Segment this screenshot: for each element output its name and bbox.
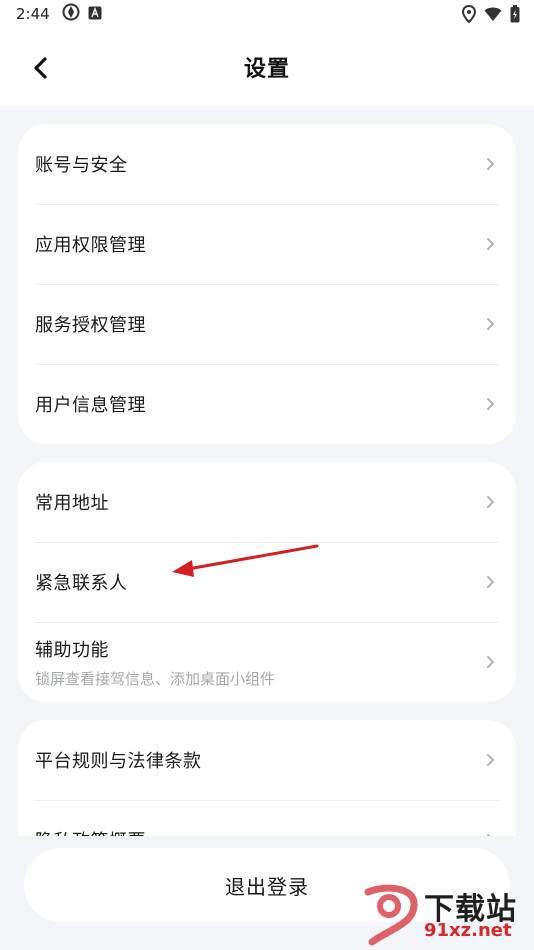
location-icon — [461, 4, 477, 27]
settings-item-privacy-summary[interactable]: 隐私政策概要 — [18, 800, 516, 836]
settings-group-legal: 平台规则与法律条款 隐私政策概要 — [18, 720, 516, 836]
battery-icon — [510, 5, 520, 27]
page-title: 设置 — [243, 57, 290, 82]
chevron-right-icon — [487, 496, 495, 508]
chevron-right-icon — [487, 834, 491, 836]
settings-item-emergency-contacts[interactable]: 紧急联系人 — [18, 542, 516, 622]
settings-item-label: 紧急联系人 — [35, 573, 128, 594]
settings-item-label: 应用权限管理 — [35, 235, 146, 256]
settings-item-sublabel: 锁屏查看接驾信息、添加桌面小组件 — [35, 669, 276, 688]
logout-label: 退出登录 — [225, 874, 309, 899]
watermark-domain: 91xz.net — [424, 920, 512, 941]
settings-item-accessibility[interactable]: 辅助功能 锁屏查看接驾信息、添加桌面小组件 — [18, 622, 516, 702]
chevron-left-icon — [34, 57, 47, 79]
settings-item-label: 服务授权管理 — [35, 315, 146, 336]
chevron-right-icon — [487, 398, 495, 410]
app-notification-icon — [62, 3, 80, 25]
chevron-right-icon — [487, 754, 495, 766]
status-bar: 2:44 — [0, 0, 534, 28]
settings-item-common-addresses[interactable]: 常用地址 — [18, 462, 516, 542]
settings-item-user-info[interactable]: 用户信息管理 — [18, 364, 516, 444]
settings-list[interactable]: 账号与安全 应用权限管理 服务授权管理 用户信息管理 常用地址 紧急联系人 辅助… — [0, 106, 534, 836]
chevron-right-icon — [487, 656, 495, 668]
settings-group-account: 账号与安全 应用权限管理 服务授权管理 用户信息管理 — [18, 124, 516, 444]
settings-item-label: 辅助功能 — [35, 639, 109, 661]
status-time: 2:44 — [16, 5, 50, 23]
chevron-right-icon — [487, 158, 495, 170]
chevron-right-icon — [487, 576, 495, 588]
settings-item-service-authorization[interactable]: 服务授权管理 — [18, 284, 516, 364]
chevron-right-icon — [487, 318, 495, 330]
watermark: 下载站 91xz.net — [358, 884, 528, 946]
settings-item-platform-rules[interactable]: 平台规则与法律条款 — [18, 720, 516, 800]
settings-item-app-permissions[interactable]: 应用权限管理 — [18, 204, 516, 284]
settings-group-travel: 常用地址 紧急联系人 辅助功能 锁屏查看接驾信息、添加桌面小组件 — [18, 462, 516, 702]
nav-bar: 设置 — [0, 28, 534, 106]
settings-item-label: 用户信息管理 — [35, 395, 146, 416]
a-box-icon — [88, 5, 102, 24]
settings-item-label: 隐私政策概要 — [35, 827, 146, 836]
settings-item-account-security[interactable]: 账号与安全 — [18, 124, 516, 204]
chevron-right-icon — [487, 238, 495, 250]
settings-item-label: 常用地址 — [35, 493, 109, 514]
settings-item-label: 账号与安全 — [35, 155, 128, 176]
wifi-icon — [484, 6, 502, 26]
watermark-logo-icon — [364, 884, 418, 946]
back-button[interactable] — [24, 52, 56, 84]
settings-item-label: 平台规则与法律条款 — [35, 751, 202, 772]
